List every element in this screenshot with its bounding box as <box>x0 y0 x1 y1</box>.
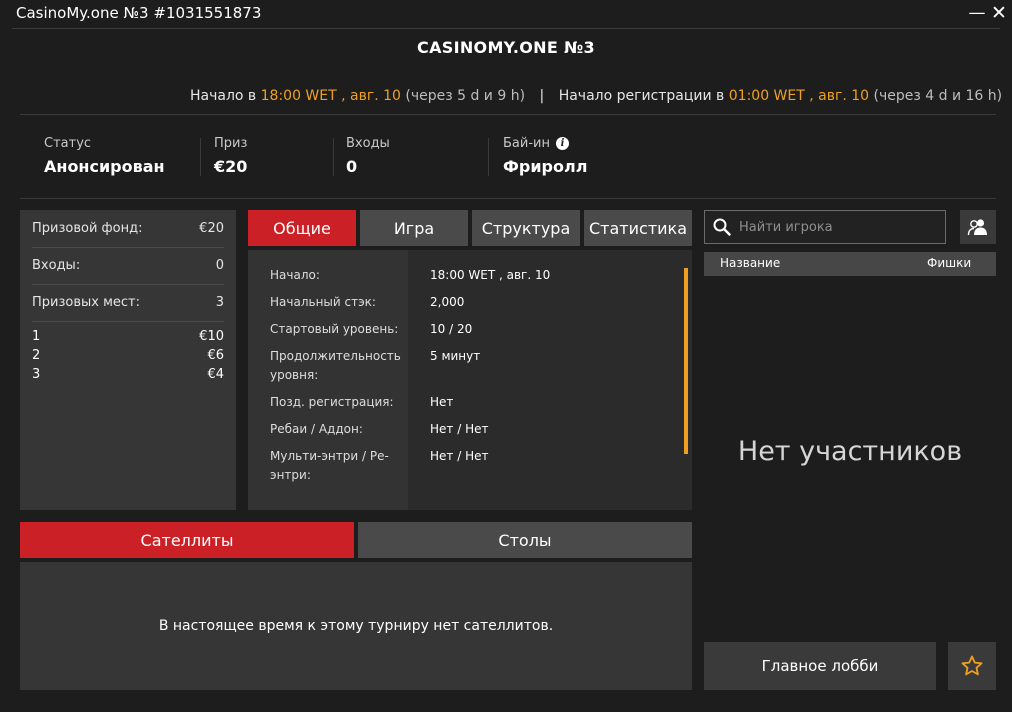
detail-label: Стартовый уровень: <box>270 322 399 336</box>
prize-fund-row: Призовой фонд: €20 <box>32 210 224 248</box>
player-search[interactable] <box>704 210 946 244</box>
tab-game[interactable]: Игра <box>360 210 468 246</box>
minimize-button[interactable]: — <box>966 2 988 24</box>
status-value: Анонсирован <box>44 157 165 176</box>
registration-countdown: (через 4 d и 16 h) <box>873 88 1003 104</box>
entries-value: 0 <box>346 157 358 176</box>
start-time: 18:00 WET , авг. 10 <box>260 88 401 104</box>
close-button[interactable]: ✕ <box>988 2 1010 24</box>
prize-places-row: Призовых мест: 3 <box>32 284 224 322</box>
prize-places-value: 3 <box>215 295 224 310</box>
header-divider <box>20 114 996 115</box>
detail-value: Нет <box>430 395 454 409</box>
payout-row: 3 €4 <box>32 367 224 386</box>
detail-value: Нет / Нет <box>430 449 489 463</box>
buyin-stat: Бай-ин i Фриролл <box>503 134 588 177</box>
prize-pool-panel: Призовой фонд: €20 Входы: 0 Призовых мес… <box>20 210 236 510</box>
detail-value: 5 минут <box>430 349 481 363</box>
player-search-input[interactable] <box>739 219 934 235</box>
pool-entries-value: 0 <box>215 258 224 273</box>
payout-place: 3 <box>32 367 41 382</box>
tournament-title: CASINOMY.ONE №3 <box>417 38 595 57</box>
player-list-header: Название Фишки <box>704 252 996 276</box>
detail-label: Начало: <box>270 268 320 282</box>
column-chips[interactable]: Фишки <box>927 256 971 270</box>
detail-label: Ребаи / Аддон: <box>270 422 363 436</box>
buyin-value: Фриролл <box>503 157 588 176</box>
tab-satellites[interactable]: Сателлиты <box>20 522 354 558</box>
detail-label: Продолжительность уровня: <box>270 349 401 382</box>
tab-tables[interactable]: Столы <box>358 522 692 558</box>
prize-fund-value: €20 <box>199 221 224 236</box>
payout-amount: €4 <box>207 367 224 382</box>
window-title: CasinoMy.one №3 #1031551873 <box>16 4 262 22</box>
stat-divider <box>488 138 489 176</box>
start-prefix: Начало в <box>190 88 257 104</box>
prize-places-label: Призовых мест: <box>32 295 140 310</box>
payout-row: 2 €6 <box>32 348 224 367</box>
stats-divider <box>20 198 996 199</box>
payout-amount: €6 <box>207 348 224 363</box>
star-icon <box>960 654 984 678</box>
status-stat: Статус Анонсирован <box>44 134 165 177</box>
detail-label: Начальный стэк: <box>270 295 376 309</box>
payout-place: 1 <box>32 329 41 344</box>
favorite-button[interactable] <box>948 642 996 690</box>
payout-row: 1 €10 <box>32 329 224 348</box>
prize-label: Приз <box>214 135 248 151</box>
players-icon <box>967 218 989 236</box>
buyin-label-row: Бай-ин i <box>503 134 587 152</box>
detail-value: Нет / Нет <box>430 422 489 436</box>
titlebar-divider <box>12 28 1000 29</box>
main-lobby-button[interactable]: Главное лобби <box>704 642 936 690</box>
tab-statistics[interactable]: Статистика <box>584 210 692 246</box>
entries-stat: Входы 0 <box>346 134 390 177</box>
stat-divider <box>333 138 334 176</box>
detail-value: 18:00 WET , авг. 10 <box>430 268 551 282</box>
detail-label: Мульти-энтри / Ре-энтри: <box>270 449 389 482</box>
pool-entries-label: Входы: <box>32 258 81 273</box>
entries-label: Входы <box>346 135 390 151</box>
detail-value: 10 / 20 <box>430 322 473 336</box>
registration-time: 01:00 WET , авг. 10 <box>728 88 870 104</box>
players-button[interactable] <box>960 210 996 244</box>
prize-fund-label: Призовой фонд: <box>32 221 143 236</box>
registration-prefix: Начало регистрации в <box>558 88 725 104</box>
search-icon <box>713 218 731 236</box>
column-name[interactable]: Название <box>720 256 780 270</box>
status-label: Статус <box>44 135 92 151</box>
payout-amount: €10 <box>199 329 224 344</box>
tab-general[interactable]: Общие <box>248 210 356 246</box>
start-countdown: (через 5 d и 9 h) <box>405 88 526 104</box>
tab-structure[interactable]: Структура <box>472 210 580 246</box>
details-values-column <box>408 250 692 510</box>
schedule-line: Начало в 18:00 WET , авг. 10 (через 5 d … <box>0 88 1012 104</box>
payout-place: 2 <box>32 348 41 363</box>
info-icon[interactable]: i <box>555 136 569 150</box>
detail-label: Позд. регистрация: <box>270 395 394 409</box>
details-scrollbar[interactable] <box>684 268 688 454</box>
prize-value: €20 <box>214 157 248 176</box>
satellites-empty-message: В настоящее время к этому турниру нет са… <box>158 618 554 634</box>
satellites-panel: В настоящее время к этому турниру нет са… <box>20 562 692 690</box>
schedule-separator: | <box>539 88 545 104</box>
detail-value: 2,000 <box>430 295 465 309</box>
stat-divider <box>200 138 201 176</box>
buyin-label: Бай-ин <box>503 135 550 151</box>
pool-entries-row: Входы: 0 <box>32 247 224 285</box>
no-players-message: Нет участников <box>737 436 963 467</box>
prize-stat: Приз €20 <box>214 134 248 177</box>
